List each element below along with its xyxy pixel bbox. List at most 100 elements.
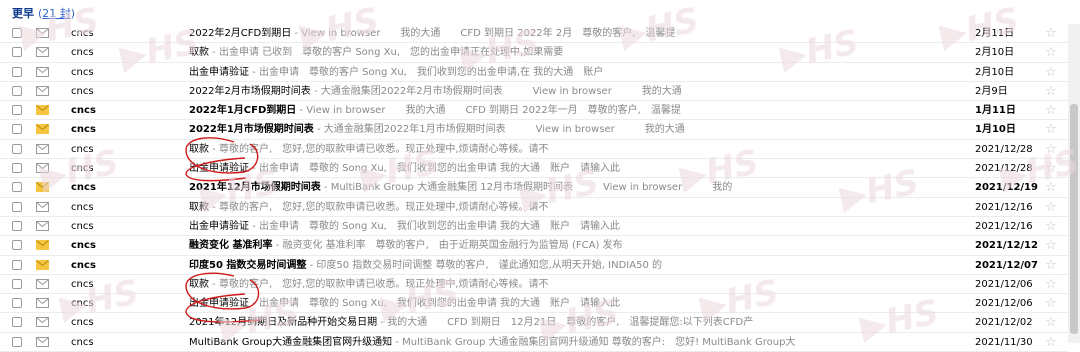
- checkbox-icon[interactable]: [12, 298, 22, 309]
- email-subject[interactable]: MultiBank Group大通金融集团官网升级通知: [189, 337, 392, 348]
- email-subject[interactable]: 2022年1月市场假期时间表: [189, 124, 314, 135]
- checkbox-icon[interactable]: [12, 28, 22, 38]
- email-row[interactable]: cncs 印度50 指数交易时间调整 - 印度50 指数交易时间调整 尊敬的客户,…: [0, 256, 1068, 275]
- star-icon[interactable]: ☆: [1045, 101, 1057, 120]
- email-preview[interactable]: 2022年2月市场假期时间表 - 大通金融集团2022年2月市场假期时间表 Vi…: [189, 82, 969, 101]
- email-date: 1月10日: [975, 124, 1016, 136]
- email-date: 2021/12/02: [975, 317, 1033, 329]
- email-row[interactable]: cncs 2022年1月市场假期时间表 - 大通金融集团2022年1月市场假期时间…: [0, 120, 1068, 140]
- scrollbar[interactable]: [1068, 24, 1080, 343]
- email-row[interactable]: cncs 2021年12月市场假期时间表 - MultiBank Group 大通…: [0, 178, 1068, 198]
- checkbox-icon[interactable]: [12, 47, 22, 58]
- email-subject[interactable]: 取款: [189, 202, 209, 213]
- checkbox-icon[interactable]: [12, 124, 22, 135]
- email-subject[interactable]: 出金申请验证: [189, 67, 249, 78]
- star-icon[interactable]: ☆: [1045, 24, 1057, 43]
- email-subject[interactable]: 出金申请验证: [189, 298, 249, 309]
- star-icon[interactable]: ☆: [1045, 159, 1057, 178]
- email-preview[interactable]: 2022年2月CFD到期日 - View in browser 我的大通 CFD…: [189, 24, 969, 43]
- email-preview[interactable]: MultiBank Group大通金融集团官网升级通知 - MultiBank …: [189, 333, 969, 352]
- email-count-link[interactable]: 21 封: [42, 7, 71, 20]
- email-row[interactable]: cncs 2022年1月CFD到期日 - View in browser 我的大通…: [0, 101, 1068, 121]
- email-sender: cncs: [71, 336, 94, 348]
- email-subject[interactable]: 取款: [189, 47, 209, 58]
- email-subject[interactable]: 印度50 指数交易时间调整: [189, 260, 306, 271]
- star-icon[interactable]: ☆: [1045, 82, 1057, 101]
- star-icon[interactable]: ☆: [1045, 43, 1057, 62]
- email-row[interactable]: cncs MultiBank Group大通金融集团官网升级通知 - MultiB…: [0, 333, 1068, 352]
- checkbox-icon[interactable]: [12, 317, 22, 328]
- email-row[interactable]: cncs 出金申请验证 - 出金申请 尊敬的客户 Song Xu, 我们收到您的出…: [0, 63, 1068, 82]
- star-icon[interactable]: ☆: [1045, 236, 1057, 255]
- checkbox-icon[interactable]: [12, 163, 22, 174]
- star-icon[interactable]: ☆: [1045, 313, 1057, 332]
- envelope-read-icon: [36, 336, 49, 347]
- star-icon[interactable]: ☆: [1045, 275, 1057, 294]
- checkbox-icon[interactable]: [12, 85, 22, 96]
- email-preview[interactable]: 2021年12月到期日及新品种开始交易日期 - 我的大通 CFD 到期日 12月…: [189, 313, 969, 332]
- email-subject[interactable]: 出金申请验证: [189, 163, 249, 174]
- email-preview[interactable]: 2022年1月CFD到期日 - View in browser 我的大通 CFD…: [189, 101, 969, 120]
- checkbox-icon[interactable]: [12, 201, 22, 212]
- email-snippet: - MultiBank Group 大通金融集团 12月市场假期时间表 View…: [320, 182, 733, 194]
- star-icon[interactable]: ☆: [1045, 198, 1057, 217]
- star-icon[interactable]: ☆: [1045, 333, 1057, 352]
- scrollbar-thumb[interactable]: [1070, 104, 1078, 334]
- checkbox-icon[interactable]: [12, 105, 22, 116]
- email-subject[interactable]: 2021年12月到期日及新品种开始交易日期: [189, 317, 377, 328]
- email-row[interactable]: cncs 2021年12月到期日及新品种开始交易日期 - 我的大通 CFD 到期日…: [0, 313, 1068, 333]
- email-row[interactable]: cncs 2022年2月CFD到期日 - View in browser 我的大通…: [0, 24, 1068, 44]
- envelope-read-icon: [36, 220, 49, 231]
- checkbox-icon[interactable]: [12, 182, 22, 193]
- email-preview[interactable]: 取款 - 尊敬的客户, 您好,您的取款申请已收悉。现正处理中,烦请耐心等候。请不: [189, 140, 969, 159]
- email-sender: cncs: [71, 66, 94, 78]
- email-row[interactable]: cncs 取款 - 尊敬的客户, 您好,您的取款申请已收悉。现正处理中,烦请耐心等…: [0, 275, 1068, 295]
- email-preview[interactable]: 取款 - 尊敬的客户, 您好,您的取款申请已收悉。现正处理中,烦请耐心等候。请不: [189, 198, 969, 217]
- email-preview[interactable]: 出金申请验证 - 出金申请 尊敬的 Song Xu, 我们收到您的出金申请 我的…: [189, 294, 969, 313]
- email-row[interactable]: cncs 出金申请验证 - 出金申请 尊敬的 Song Xu, 我们收到您的出金申…: [0, 294, 1068, 314]
- email-row[interactable]: cncs 取款 - 尊敬的客户, 您好,您的取款申请已收悉。现正处理中,烦请耐心等…: [0, 198, 1068, 217]
- email-subject[interactable]: 取款: [189, 144, 209, 155]
- checkbox-icon[interactable]: [12, 66, 22, 77]
- email-preview[interactable]: 印度50 指数交易时间调整 - 印度50 指数交易时间调整 尊敬的客户, 谨此通…: [189, 256, 969, 275]
- email-date: 2021/12/16: [975, 201, 1033, 213]
- email-row[interactable]: cncs 取款 - 尊敬的客户, 您好,您的取款申请已收悉。现正处理中,烦请耐心等…: [0, 140, 1068, 160]
- email-row[interactable]: cncs 取款 - 出金申请 已收到 尊敬的客户 Song Xu, 您的出金申请正…: [0, 43, 1068, 63]
- email-snippet: - MultiBank Group 大通金融集团官网升级通知 尊敬的客户: 您好…: [392, 336, 796, 348]
- star-icon[interactable]: ☆: [1045, 120, 1057, 139]
- email-row[interactable]: cncs 融资变化 基准利率 - 融资变化 基准利率 尊敬的客户, 由于近期英国金…: [0, 236, 1068, 256]
- email-date: 2021/12/06: [975, 298, 1033, 310]
- envelope-unread-icon: [36, 124, 49, 135]
- checkbox-icon[interactable]: [12, 336, 22, 347]
- email-subject[interactable]: 出金申请验证: [189, 221, 249, 232]
- star-icon[interactable]: ☆: [1045, 140, 1057, 159]
- email-preview[interactable]: 取款 - 尊敬的客户, 您好,您的取款申请已收悉。现正处理中,烦请耐心等候。请不: [189, 275, 969, 294]
- checkbox-icon[interactable]: [12, 240, 22, 251]
- email-subject[interactable]: 取款: [189, 279, 209, 290]
- star-icon[interactable]: ☆: [1045, 256, 1057, 275]
- email-row[interactable]: cncs 出金申请验证 - 出金申请 尊敬的 Song Xu, 我们收到您的出金申…: [0, 217, 1068, 237]
- email-subject[interactable]: 融资变化 基准利率: [189, 240, 272, 251]
- email-subject[interactable]: 2022年2月市场假期时间表: [189, 86, 311, 97]
- email-date: 2021/12/06: [975, 278, 1033, 290]
- email-row[interactable]: cncs 2022年2月市场假期时间表 - 大通金融集团2022年2月市场假期时间…: [0, 82, 1068, 102]
- email-preview[interactable]: 出金申请验证 - 出金申请 尊敬的 Song Xu, 我们收到您的出金申请 我的…: [189, 159, 969, 178]
- email-preview[interactable]: 取款 - 出金申请 已收到 尊敬的客户 Song Xu, 您的出金申请正在处理中…: [189, 43, 969, 62]
- email-preview[interactable]: 融资变化 基准利率 - 融资变化 基准利率 尊敬的客户, 由于近期英国金融行为监…: [189, 236, 969, 255]
- email-subject[interactable]: 2021年12月市场假期时间表: [189, 182, 321, 193]
- email-preview[interactable]: 出金申请验证 - 出金申请 尊敬的客户 Song Xu, 我们收到您的出金申请,…: [189, 63, 969, 82]
- email-preview[interactable]: 2022年1月市场假期时间表 - 大通金融集团2022年1月市场假期时间表 Vi…: [189, 120, 969, 139]
- checkbox-icon[interactable]: [12, 259, 22, 270]
- star-icon[interactable]: ☆: [1045, 294, 1057, 313]
- email-preview[interactable]: 出金申请验证 - 出金申请 尊敬的 Song Xu, 我们收到您的出金申请 我的…: [189, 217, 969, 236]
- email-row[interactable]: cncs 出金申请验证 - 出金申请 尊敬的 Song Xu, 我们收到您的出金申…: [0, 159, 1068, 179]
- email-subject[interactable]: 2022年2月CFD到期日: [189, 28, 291, 39]
- email-preview[interactable]: 2021年12月市场假期时间表 - MultiBank Group 大通金融集团…: [189, 178, 969, 197]
- checkbox-icon[interactable]: [12, 143, 22, 154]
- star-icon[interactable]: ☆: [1045, 63, 1057, 82]
- checkbox-icon[interactable]: [12, 278, 22, 289]
- checkbox-icon[interactable]: [12, 220, 22, 231]
- star-icon[interactable]: ☆: [1045, 178, 1057, 197]
- email-subject[interactable]: 2022年1月CFD到期日: [189, 105, 296, 116]
- star-icon[interactable]: ☆: [1045, 217, 1057, 236]
